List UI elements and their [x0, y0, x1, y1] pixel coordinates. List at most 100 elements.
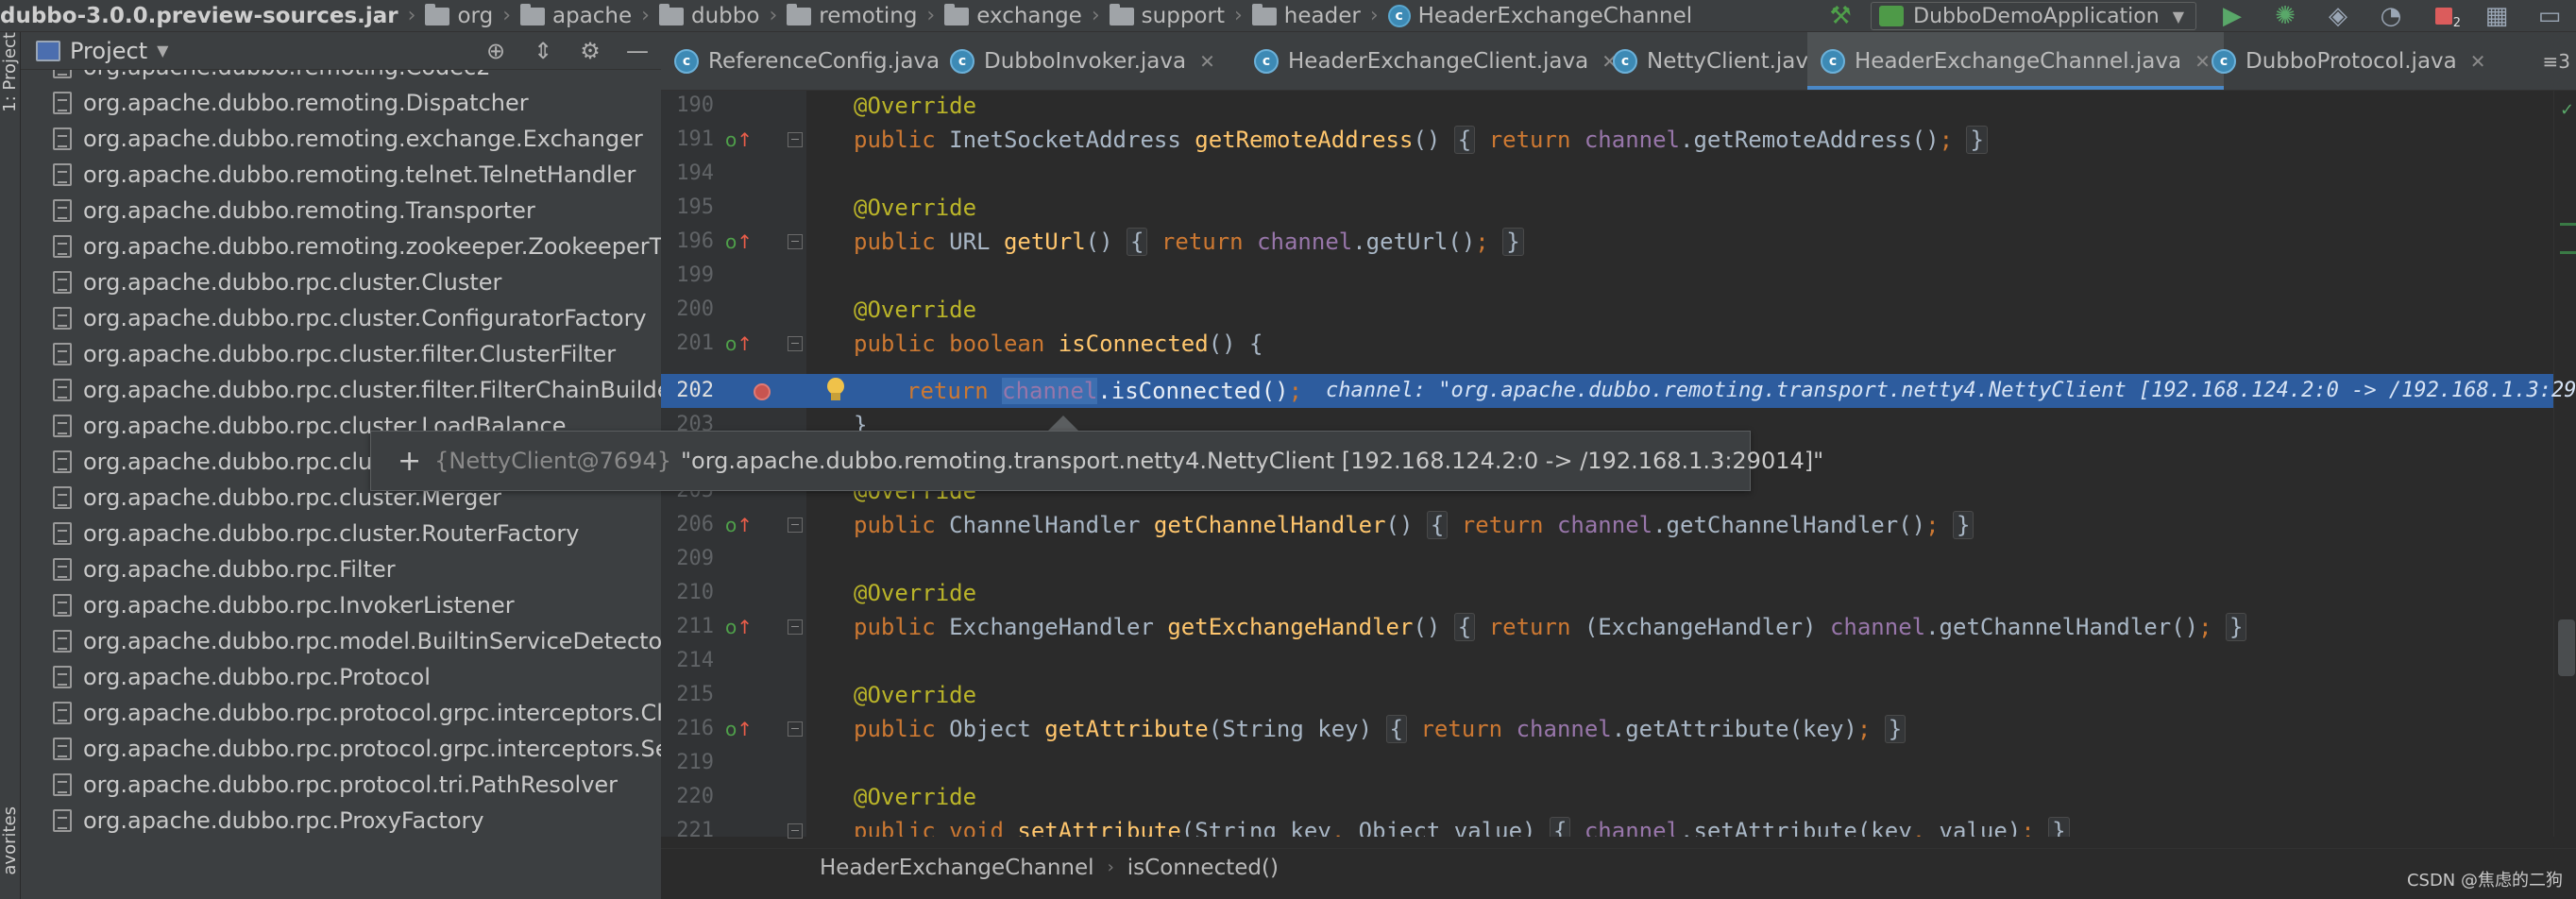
tree-item-label: org.apache.dubbo.rpc.protocol.tri.PathRe… — [83, 772, 619, 798]
breadcrumb-item[interactable]: dubbo — [655, 0, 763, 32]
file-icon — [53, 127, 72, 150]
run-configuration-select[interactable]: DubboDemoApplication ▼ — [1871, 2, 2196, 30]
line-number: 210 — [676, 581, 714, 604]
breadcrumb-item[interactable]: apache — [517, 0, 636, 32]
override-icon[interactable]: o↑ — [725, 610, 753, 644]
chevron-right-icon: › — [1091, 4, 1100, 27]
class-icon: c — [2212, 49, 2236, 74]
tab-overflow-button[interactable]: ≡3 — [2543, 32, 2576, 90]
override-icon[interactable]: o↑ — [725, 712, 753, 746]
chevron-down-icon[interactable]: ▼ — [157, 42, 168, 59]
tree-item-label: org.apache.dubbo.rpc.cluster.filter.Clus… — [83, 341, 617, 367]
tree-item-maven[interactable]: maven — [21, 890, 661, 899]
editor-tab[interactable]: cReferenceConfig.java✕ — [661, 32, 969, 90]
tree-item[interactable]: org.apache.dubbo.rpc.cluster.filter.Clus… — [21, 336, 661, 372]
fold-icon[interactable] — [788, 132, 803, 147]
close-icon[interactable]: ✕ — [1199, 50, 1215, 73]
editor-scrollbar[interactable]: ✓ — [2553, 91, 2576, 837]
fold-icon[interactable] — [788, 823, 803, 839]
breadcrumb-item[interactable]: remoting — [783, 0, 921, 32]
debug-icon[interactable]: ✺ — [2259, 0, 2312, 32]
line-number: 216 — [676, 717, 714, 740]
coverage-icon[interactable]: ◈ — [2312, 0, 2364, 32]
breakpoint-icon[interactable] — [754, 383, 771, 400]
tree-item[interactable]: org.apache.dubbo.rpc.protocol.tri.PathRe… — [21, 767, 661, 803]
tree-item[interactable]: org.apache.dubbo.remoting.Dispatcher — [21, 85, 661, 121]
code-line-195: @Override — [854, 195, 977, 221]
expand-icon[interactable]: + — [398, 445, 421, 478]
override-icon[interactable]: o↑ — [725, 225, 753, 259]
tree-item[interactable]: org.apache.dubbo.rpc.cluster.Configurato… — [21, 300, 661, 336]
close-icon[interactable]: ✕ — [2470, 50, 2486, 73]
file-icon — [53, 343, 72, 365]
code-line-201: public boolean isConnected() { — [854, 331, 1263, 357]
folder-icon — [658, 4, 684, 25]
breadcrumb-label: remoting — [819, 3, 918, 28]
editor-tab[interactable]: c HeaderExchangeChannel.java ✕ — [1807, 32, 2224, 90]
file-icon — [53, 522, 72, 545]
tree-item[interactable]: org.apache.dubbo.rpc.InvokerListener — [21, 587, 661, 623]
code-line-211: public ExchangeHandler getExchangeHandle… — [854, 610, 2247, 644]
project-structure-icon[interactable]: ▦ — [2470, 0, 2523, 32]
breadcrumb-item[interactable]: org — [421, 0, 497, 32]
tree-item[interactable]: org.apache.dubbo.remoting.Transporter — [21, 193, 661, 229]
tree-item[interactable]: org.apache.dubbo.rpc.cluster.RouterFacto… — [21, 516, 661, 551]
tree-item[interactable]: org.apache.dubbo.remoting.Codec2 — [21, 70, 661, 85]
tree-item-label: org.apache.dubbo.remoting.exchange.Excha… — [83, 126, 643, 152]
locate-icon[interactable]: ⊕ — [472, 38, 519, 64]
tree-item[interactable]: org.apache.dubbo.remoting.telnet.TelnetH… — [21, 157, 661, 193]
tree-item[interactable]: org.apache.dubbo.remoting.exchange.Excha… — [21, 121, 661, 157]
breadcrumb-label: support — [1141, 3, 1225, 28]
breadcrumb-class[interactable]: HeaderExchangeChannel — [820, 856, 1094, 880]
terminal-icon[interactable]: ▭ — [2523, 0, 2576, 32]
override-icon[interactable]: o↑ — [725, 123, 753, 157]
hide-icon[interactable]: — — [614, 38, 661, 64]
toolbar: ⚒ DubboDemoApplication ▼ ▶ ✺ ◈ ◔ 2 ▦ ▭ — [1814, 0, 2576, 32]
class-icon: c — [674, 49, 699, 74]
fold-icon[interactable] — [788, 336, 803, 351]
project-tool-window-button[interactable]: 1: Project — [0, 32, 21, 112]
collapse-all-icon[interactable]: ⇕ — [519, 38, 567, 64]
tab-label: HeaderExchangeChannel.java — [1855, 49, 2182, 74]
editor-tab[interactable]: c HeaderExchangeClient.java ✕ — [1241, 32, 1618, 90]
tree-item[interactable]: org.apache.dubbo.rpc.protocol.grpc.inter… — [21, 695, 661, 731]
folder-icon — [944, 4, 970, 25]
file-icon — [53, 738, 72, 760]
editor-tab[interactable]: c DubboInvoker.java ✕ — [937, 32, 1215, 90]
build-hammer-icon[interactable]: ⚒ — [1814, 0, 1867, 32]
breadcrumb-item[interactable]: header — [1248, 0, 1364, 32]
profile-icon[interactable]: ◔ — [2364, 0, 2417, 32]
tree-item[interactable]: org.apache.dubbo.rpc.ProxyFactory — [21, 803, 661, 839]
tab-label: NettyClient.java — [1647, 49, 1822, 74]
breadcrumb-item[interactable]: dubbo-3.0.0.preview-sources.jar — [0, 0, 402, 32]
favorites-tool-window-button[interactable]: avorites — [0, 806, 21, 875]
breadcrumb-item[interactable]: support — [1106, 0, 1229, 32]
tree-item[interactable]: org.apache.dubbo.remoting.zookeeper.Zook… — [21, 229, 661, 264]
file-icon — [53, 773, 72, 796]
override-icon[interactable]: o↑ — [725, 508, 753, 542]
tree-item-label: org.apache.dubbo.rpc.cluster.Cluster — [83, 269, 502, 296]
run-icon[interactable]: ▶ — [2206, 0, 2259, 32]
tree-item[interactable]: org.apache.dubbo.rpc.Protocol — [21, 659, 661, 695]
tree-item[interactable]: org.apache.dubbo.rpc.Filter — [21, 551, 661, 587]
tree-item[interactable]: org.apache.dubbo.rpc.model.BuiltinServic… — [21, 623, 661, 659]
scrollbar-thumb[interactable] — [2558, 619, 2575, 676]
fold-icon[interactable] — [788, 619, 803, 635]
breadcrumb-label: dubbo — [690, 3, 760, 28]
fold-icon[interactable] — [788, 234, 803, 249]
gear-icon[interactable]: ⚙ — [567, 38, 614, 64]
breadcrumb-method[interactable]: isConnected() — [1127, 856, 1279, 880]
breadcrumb-item[interactable]: c HeaderExchangeChannel — [1384, 0, 1697, 32]
fold-icon[interactable] — [788, 517, 803, 533]
tree-item[interactable]: org.apache.dubbo.rpc.cluster.filter.Filt… — [21, 372, 661, 408]
tree-item[interactable]: org.apache.dubbo.rpc.protocol.grpc.inter… — [21, 731, 661, 767]
override-icon[interactable]: o↑ — [725, 327, 753, 361]
editor-tab[interactable]: c DubboProtocol.java ✕ — [2198, 32, 2486, 90]
fold-icon[interactable] — [788, 721, 803, 737]
breadcrumb-item[interactable]: exchange — [941, 0, 1086, 32]
chevron-right-icon: › — [1233, 4, 1243, 27]
lightbulb-icon[interactable] — [825, 378, 846, 402]
stop-icon[interactable]: 2 — [2417, 0, 2470, 32]
tree-item[interactable]: org.apache.dubbo.rpc.cluster.Cluster — [21, 264, 661, 300]
project-panel-title[interactable]: Project — [70, 38, 147, 64]
